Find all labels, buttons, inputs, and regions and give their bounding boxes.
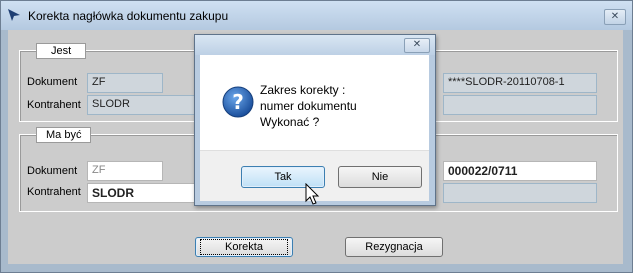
ma-byc-number-input[interactable]: 000022/0711 — [443, 161, 597, 181]
jest-kontrahent-field: SLODR — [87, 95, 197, 115]
jest-kontrahent-label: Kontrahent — [27, 99, 81, 111]
korekta-button[interactable]: Korekta — [195, 237, 293, 257]
dialog-message-line3: Wykonać ? — [260, 115, 320, 129]
window-title: Korekta nagłówka dokumentu zakupu — [28, 9, 229, 23]
rezygnacja-button[interactable]: Rezygnacja — [345, 237, 443, 257]
dialog-close-button[interactable]: ✕ — [404, 38, 430, 53]
main-window: Korekta nagłówka dokumentu zakupu ✕ Jest… — [0, 0, 633, 273]
group-ma-byc-label: Ma być — [36, 127, 92, 143]
nie-button[interactable]: Nie — [338, 166, 422, 188]
title-bar[interactable]: Korekta nagłówka dokumentu zakupu ✕ — [1, 1, 632, 30]
dialog-message: Zakres korekty : numer dokumentu Wykonać… — [260, 82, 357, 130]
jest-number-field: ****SLODR-20110708-1 — [443, 73, 597, 93]
ma-byc-extra-field — [443, 183, 597, 203]
ma-byc-kontrahent-label: Kontrahent — [27, 186, 81, 198]
confirm-dialog: ✕ ? Zakres korekty : numer dokumentu Wyk… — [194, 34, 436, 206]
dialog-title-bar[interactable]: ✕ — [195, 35, 435, 55]
app-arrow-icon — [8, 9, 20, 21]
group-jest-label: Jest — [36, 43, 87, 59]
jest-extra-field — [443, 95, 597, 115]
jest-dokument-field: ZF — [87, 73, 163, 93]
question-icon: ? — [222, 86, 254, 118]
window-close-button[interactable]: ✕ — [604, 9, 626, 25]
dialog-body: ? Zakres korekty : numer dokumentu Wykon… — [200, 55, 429, 150]
dialog-message-line1: Zakres korekty : — [260, 83, 346, 97]
jest-dokument-label: Dokument — [27, 76, 78, 88]
korekta-button-label: Korekta — [200, 239, 288, 255]
dialog-message-line2: numer dokumentu — [260, 99, 357, 113]
svg-text:?: ? — [232, 90, 244, 114]
ma-byc-dokument-input[interactable]: ZF — [87, 161, 163, 181]
ma-byc-kontrahent-input[interactable]: SLODR — [87, 183, 197, 203]
ma-byc-dokument-label: Dokument — [27, 165, 78, 177]
mouse-pointer-icon — [305, 183, 320, 205]
